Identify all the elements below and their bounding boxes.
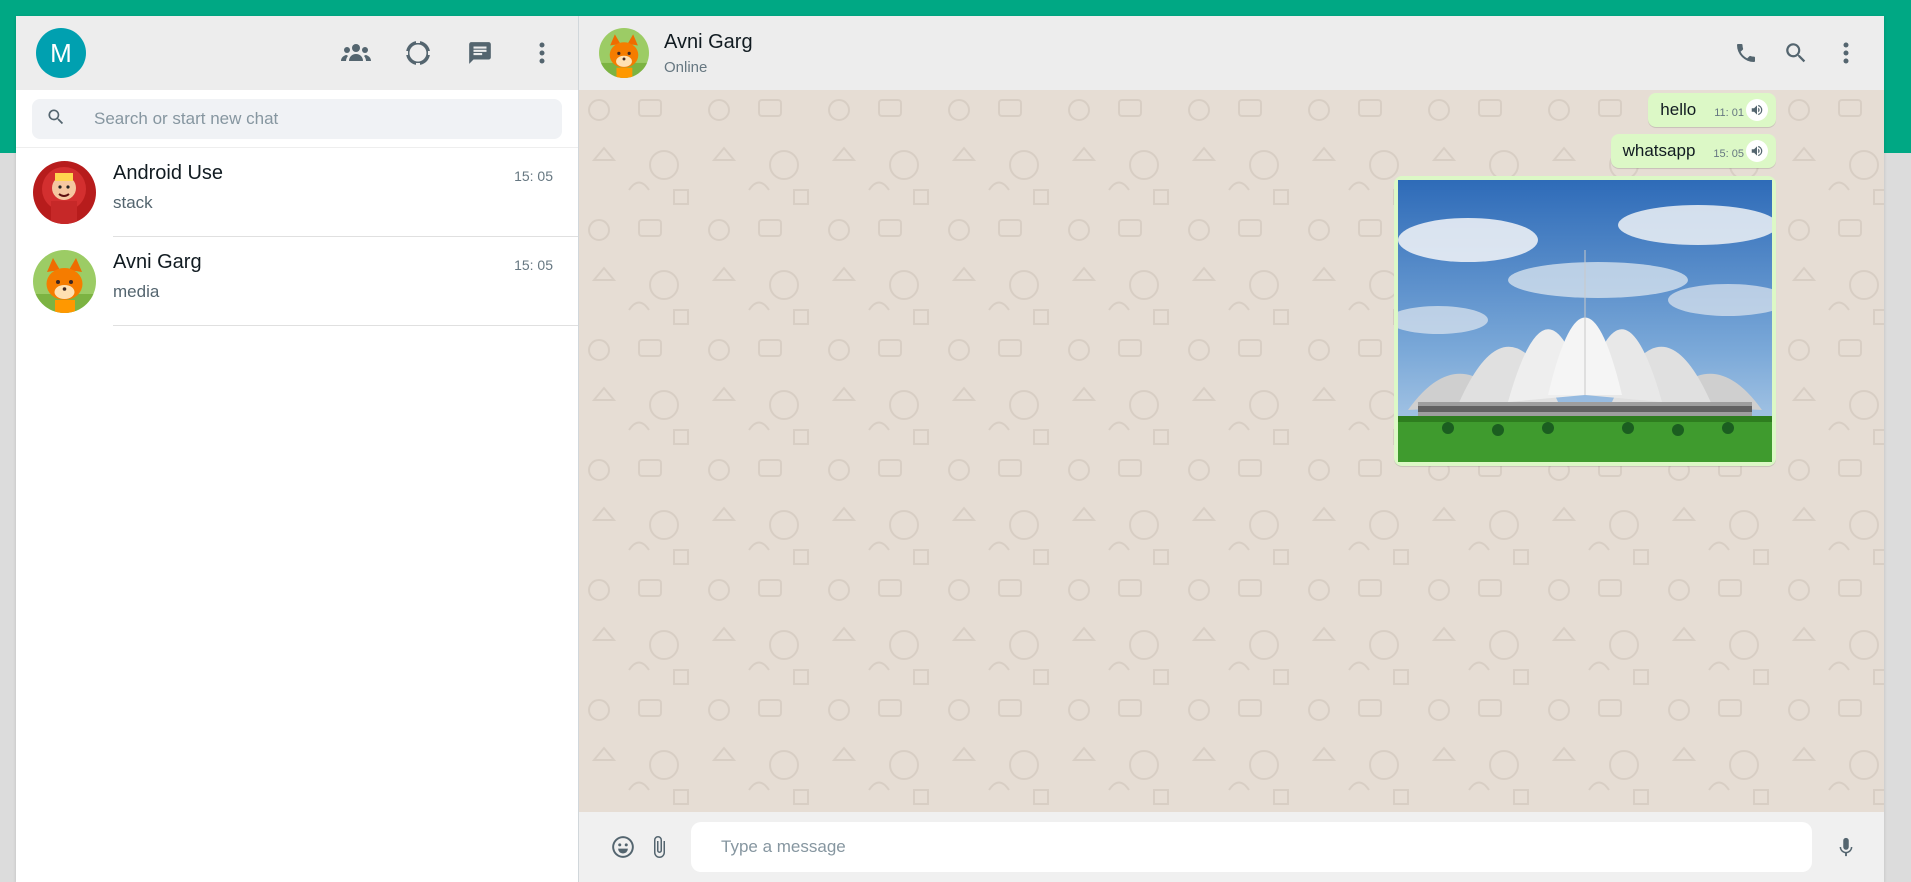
contact-name: Avni Garg [664,30,753,53]
contact-status: Online [664,58,708,76]
whatsapp-app: M Search or start new chat Android Use s… [16,16,1884,882]
search-icon[interactable] [1778,35,1814,71]
chat-item-android-use[interactable]: Android Use stack 15: 05 [16,148,578,237]
avatar [33,250,96,313]
chat-item-avni-garg[interactable]: Avni Garg media 15: 05 [16,237,578,326]
search-box[interactable] [32,99,562,139]
message-text: hello [1660,100,1697,119]
conversation-panel: Avni Garg Online hello 11: 01 whatsapp 1… [579,16,1884,882]
emoji-icon[interactable] [605,829,641,865]
communities-icon[interactable] [338,35,374,71]
message-area[interactable]: hello 11: 01 whatsapp 15: 05 [579,90,1884,812]
chat-name: Android Use [113,162,224,184]
call-icon[interactable] [1728,35,1764,71]
chat-item-body: Avni Garg media 15: 05 [113,237,578,326]
message-composer [579,812,1884,882]
contact-avatar[interactable] [599,28,649,78]
conversation-header[interactable]: Avni Garg Online [579,16,1884,90]
chat-preview: media [113,282,160,301]
message-bubble-outgoing[interactable]: whatsapp 15: 05 [1610,134,1776,168]
attach-icon[interactable] [641,829,677,865]
menu-kebab-icon[interactable] [1828,35,1864,71]
message-input[interactable] [691,822,1812,872]
chat-list: Android Use stack 15: 05 Avni Garg media… [16,148,578,882]
chat-item-body: Android Use stack 15: 05 [113,148,578,237]
search-input[interactable] [94,109,514,129]
speaker-icon[interactable] [1746,99,1768,121]
speaker-icon[interactable] [1746,140,1768,162]
search-bar [16,90,578,148]
status-icon[interactable] [400,35,436,71]
microphone-icon[interactable] [1828,829,1864,865]
my-profile-avatar[interactable]: M [36,28,86,78]
new-chat-icon[interactable] [462,35,498,71]
sidebar: M Search or start new chat Android Use s… [16,16,579,882]
message-bubble-outgoing[interactable]: hello 11: 01 [1648,93,1776,127]
lotus-temple-photo[interactable] [1398,180,1772,462]
chat-time: 15: 05 [514,257,553,273]
chat-time: 15: 05 [514,168,553,184]
conversation-actions [1728,35,1864,71]
image-message[interactable] [1394,176,1776,466]
avatar [33,161,96,224]
chat-name: Avni Garg [113,251,202,273]
sidebar-header: M [16,16,578,90]
menu-kebab-icon[interactable] [524,35,560,71]
message-time: 15: 05 [1713,148,1744,160]
message-time: 11: 01 [1714,107,1744,119]
search-icon [46,107,66,132]
chat-preview: stack [113,193,153,212]
conversation-title: Avni Garg Online [664,31,753,76]
message-text: whatsapp [1622,141,1696,160]
sidebar-actions [338,35,560,71]
